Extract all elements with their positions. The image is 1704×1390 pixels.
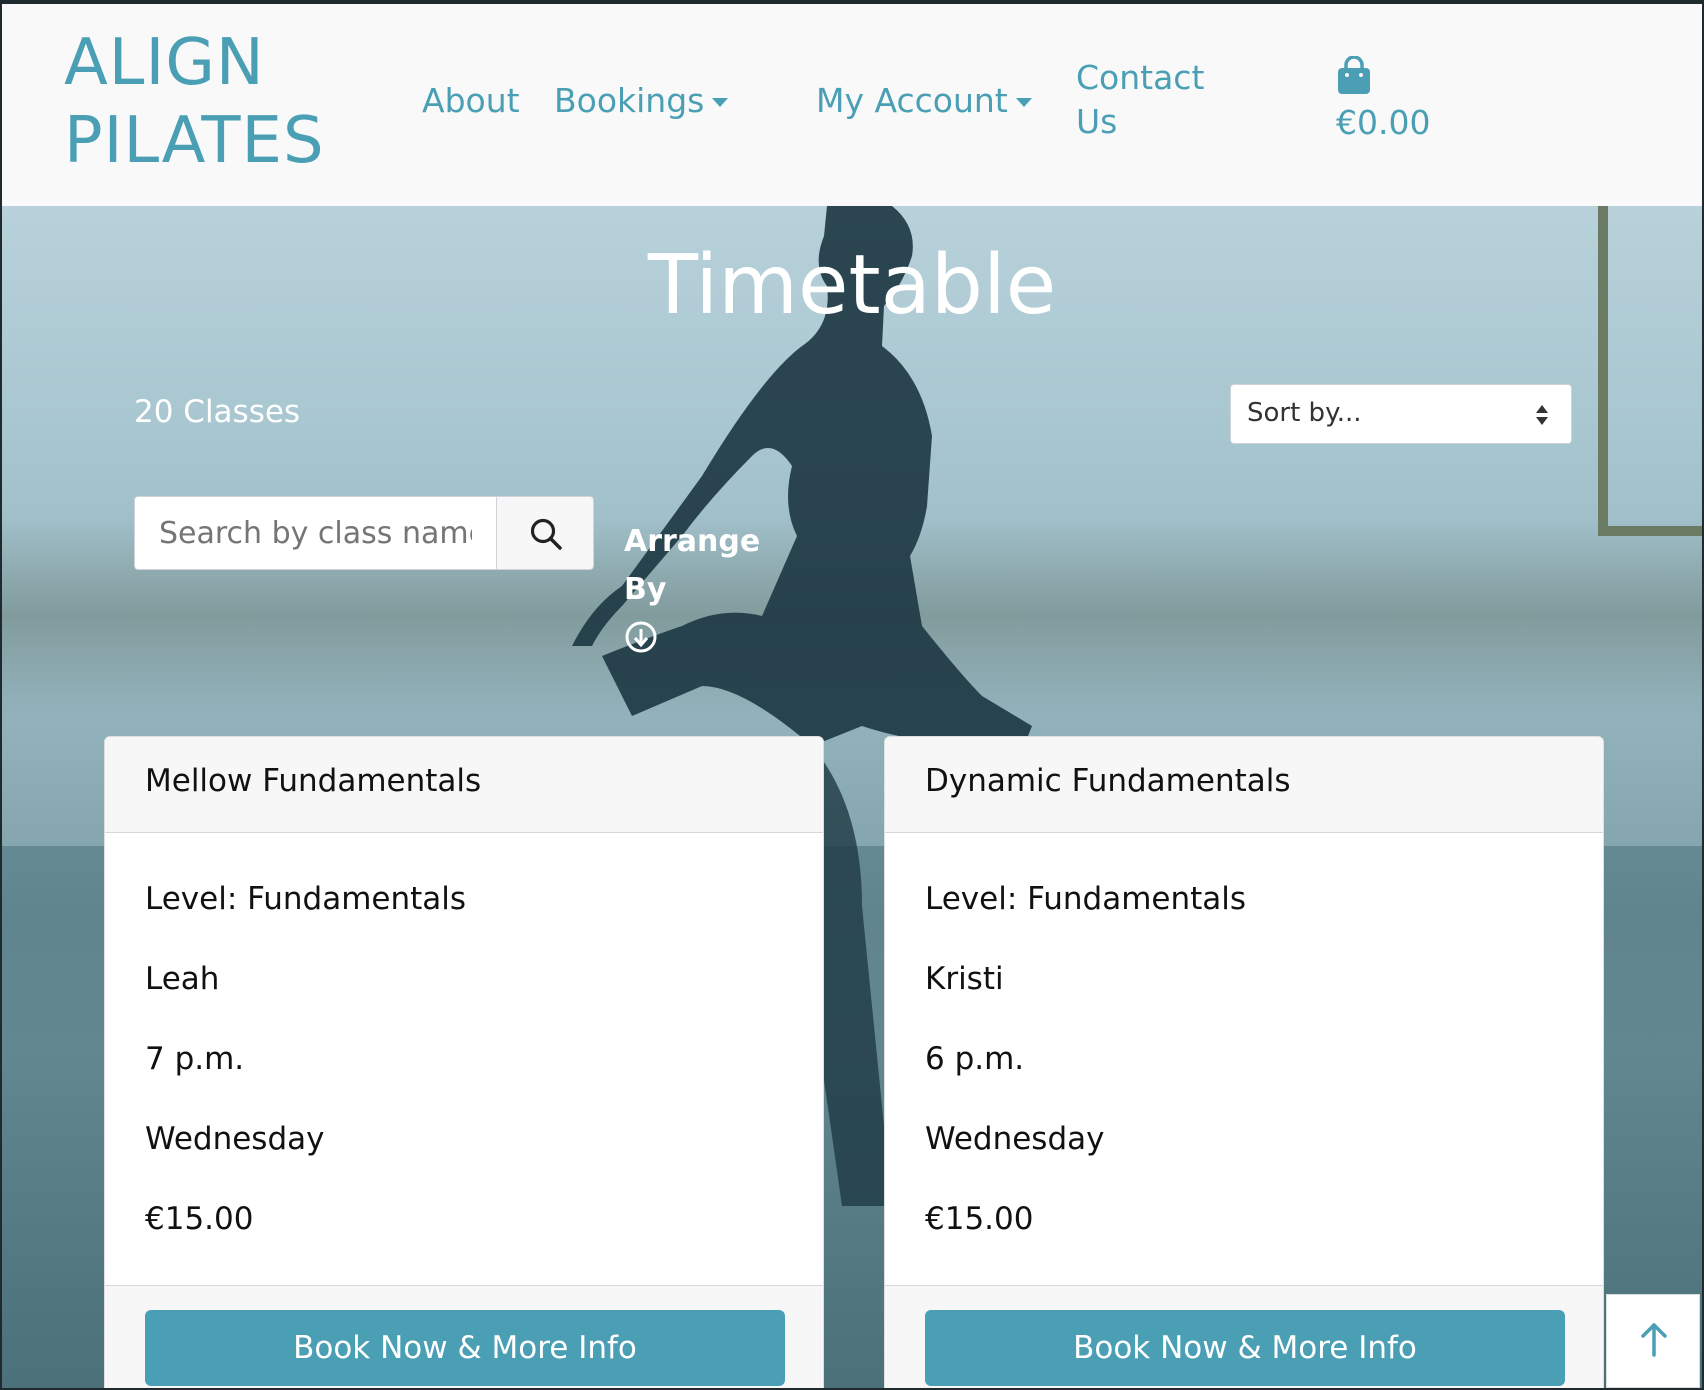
- class-day: Wednesday: [145, 1121, 325, 1157]
- select-arrows-icon: [1536, 405, 1548, 425]
- class-card: Dynamic Fundamentals Level: Fundamentals…: [884, 736, 1604, 1388]
- class-title: Dynamic Fundamentals: [925, 763, 1291, 799]
- nav-cart[interactable]: €0.00: [1336, 56, 1456, 156]
- class-count: 20 Classes: [134, 394, 301, 430]
- book-now-button[interactable]: Book Now & More Info: [925, 1310, 1565, 1386]
- back-to-top-button[interactable]: [1606, 1294, 1700, 1388]
- caret-down-icon: [1015, 98, 1032, 107]
- book-now-button[interactable]: Book Now & More Info: [145, 1310, 785, 1386]
- class-level: Level: Fundamentals: [145, 881, 467, 917]
- arrange-by-line-2: By: [624, 572, 667, 607]
- class-time: 6 p.m.: [925, 1041, 1025, 1077]
- brand-line-2: PILATES: [64, 104, 325, 178]
- class-day: Wednesday: [925, 1121, 1105, 1157]
- class-card-footer: Book Now & More Info: [105, 1285, 823, 1388]
- class-level: Level: Fundamentals: [925, 881, 1247, 917]
- search-button[interactable]: [496, 496, 594, 570]
- top-navbar: ALIGN PILATES About Bookings My Account …: [2, 4, 1702, 206]
- hero-section: Timetable 20 Classes Sort by... Arrange …: [2, 206, 1702, 1388]
- nav-my-account-label: My Account: [816, 81, 1008, 120]
- cart-total: €0.00: [1336, 103, 1431, 142]
- nav-bookings-dropdown[interactable]: Bookings: [554, 78, 729, 124]
- nav-contact-us[interactable]: Contact Us: [1076, 56, 1204, 144]
- browser-viewport: ALIGN PILATES About Bookings My Account …: [2, 4, 1702, 1388]
- search-input[interactable]: [134, 496, 496, 570]
- class-price: €15.00: [925, 1201, 1034, 1237]
- sort-select-value: Sort by...: [1247, 398, 1362, 428]
- arrange-by-line-1: Arrange: [624, 524, 761, 559]
- page-title: Timetable: [647, 238, 1057, 333]
- class-card-footer: Book Now & More Info: [885, 1285, 1603, 1388]
- class-card-header: Mellow Fundamentals: [105, 737, 823, 833]
- brand-logo[interactable]: ALIGN PILATES: [64, 24, 325, 180]
- class-price: €15.00: [145, 1201, 254, 1237]
- brand-line-1: ALIGN: [64, 26, 265, 100]
- nav-my-account-dropdown[interactable]: My Account: [816, 78, 1032, 124]
- class-instructor: Kristi: [925, 961, 1004, 997]
- search-icon: [530, 518, 562, 550]
- arrow-down-circle-icon[interactable]: [624, 620, 658, 654]
- arrange-by-label: Arrange By: [624, 518, 774, 614]
- sort-select[interactable]: Sort by...: [1230, 384, 1572, 444]
- arrow-up-icon: [1641, 1323, 1667, 1357]
- nav-bookings-label: Bookings: [554, 81, 705, 120]
- search-form: [134, 496, 594, 570]
- class-card-header: Dynamic Fundamentals: [885, 737, 1603, 833]
- nav-contact-line-1: Contact: [1076, 58, 1205, 97]
- class-instructor: Leah: [145, 961, 220, 997]
- class-title: Mellow Fundamentals: [145, 763, 482, 799]
- class-card: Mellow Fundamentals Level: Fundamentals …: [104, 736, 824, 1388]
- nav-about[interactable]: About: [422, 78, 520, 124]
- class-time: 7 p.m.: [145, 1041, 245, 1077]
- nav-contact-line-2: Us: [1076, 102, 1118, 141]
- shopping-bag-icon: [1338, 56, 1370, 94]
- caret-down-icon: [712, 98, 729, 107]
